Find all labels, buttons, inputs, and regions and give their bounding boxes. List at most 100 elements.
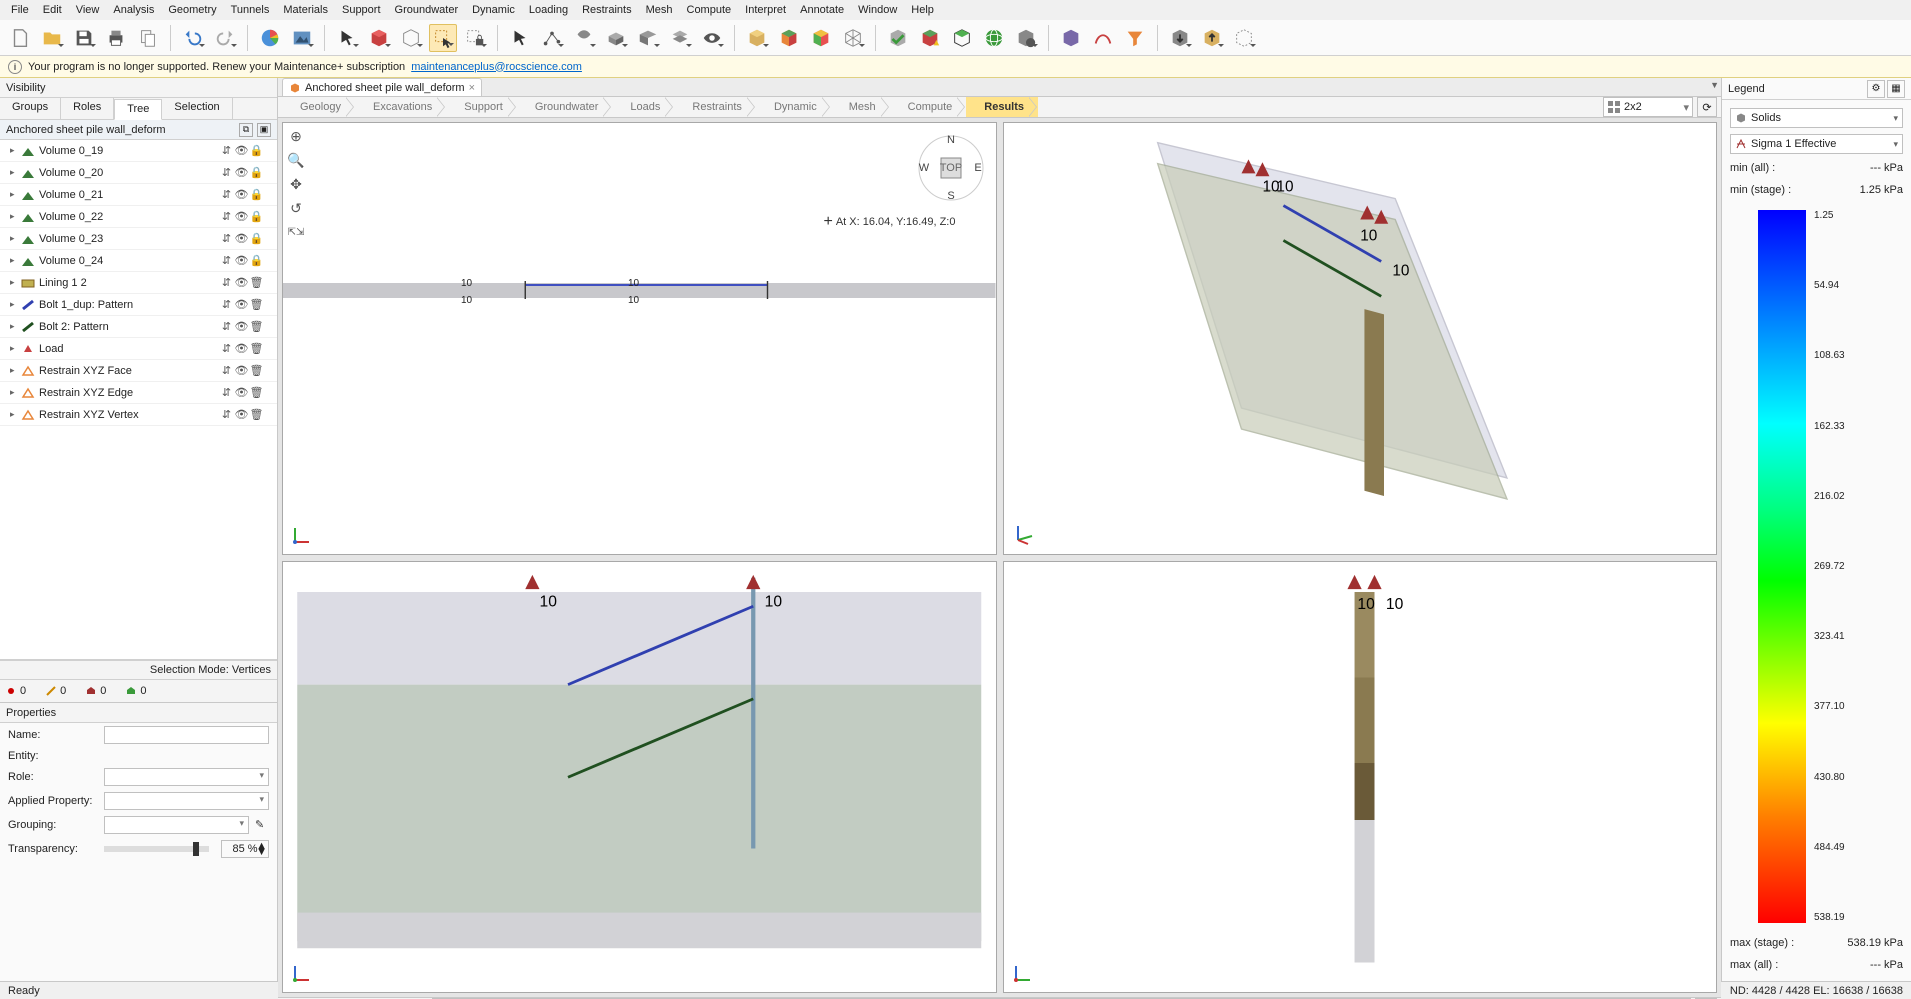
viewport-3d[interactable]: 1010 10 10 [1003, 122, 1718, 555]
tree-item[interactable]: ▸Lining 1 2⇵👁🗑 [0, 272, 277, 294]
globe-icon[interactable] [980, 24, 1008, 52]
eye-icon[interactable] [698, 24, 726, 52]
trash-icon[interactable]: 🗑 [250, 364, 263, 377]
eye-icon[interactable]: 👁 [235, 254, 248, 267]
crumb-groundwater[interactable]: Groundwater [517, 97, 613, 117]
copy-icon[interactable] [134, 24, 162, 52]
menu-restraints[interactable]: Restraints [575, 2, 639, 18]
updown-icon[interactable]: ⇵ [220, 408, 233, 421]
tree-item[interactable]: ▸Volume 0_20⇵👁🔒 [0, 162, 277, 184]
compass-widget[interactable]: TOP N S E W [916, 133, 986, 203]
lock-icon[interactable]: 🔒 [250, 254, 263, 267]
menu-geometry[interactable]: Geometry [161, 2, 223, 18]
fit-icon[interactable]: ⇱⇲ [287, 223, 305, 241]
cube-grid-icon[interactable] [948, 24, 976, 52]
menu-window[interactable]: Window [851, 2, 904, 18]
edit-grouping-icon[interactable]: ✎ [255, 818, 269, 832]
eye-icon[interactable]: 👁 [235, 210, 248, 223]
crumb-support[interactable]: Support [446, 97, 517, 117]
grouping-combo[interactable] [104, 816, 249, 834]
cube-warning-icon[interactable] [916, 24, 944, 52]
surface-icon[interactable] [634, 24, 662, 52]
pan-icon[interactable]: ✥ [287, 175, 305, 193]
lock-icon[interactable]: 🔒 [250, 210, 263, 223]
updown-icon[interactable]: ⇵ [220, 364, 233, 377]
transparency-value[interactable]: 85 %▲▼ [221, 840, 269, 858]
menu-analysis[interactable]: Analysis [106, 2, 161, 18]
lock-select-icon[interactable] [461, 24, 489, 52]
export-cube-icon[interactable] [1166, 24, 1194, 52]
eye-icon[interactable]: 👁 [235, 408, 248, 421]
redo-icon[interactable] [211, 24, 239, 52]
sigma-combo[interactable]: Sigma 1 Effective [1730, 134, 1903, 154]
applied-combo[interactable] [104, 792, 269, 810]
tree-item[interactable]: ▸Volume 0_23⇵👁🔒 [0, 228, 277, 250]
menu-tunnels[interactable]: Tunnels [224, 2, 277, 18]
menu-loading[interactable]: Loading [522, 2, 575, 18]
role-combo[interactable] [104, 768, 269, 786]
menu-support[interactable]: Support [335, 2, 388, 18]
trash-icon[interactable]: 🗑 [250, 408, 263, 421]
eye-icon[interactable]: 👁 [235, 188, 248, 201]
cube-orange-icon[interactable] [775, 24, 803, 52]
menu-interpret[interactable]: Interpret [738, 2, 793, 18]
tree-item[interactable]: ▸Load⇵👁🗑 [0, 338, 277, 360]
undo-icon[interactable] [179, 24, 207, 52]
crumb-geology[interactable]: Geology [282, 97, 355, 117]
extrude-icon[interactable] [602, 24, 630, 52]
save-icon[interactable] [70, 24, 98, 52]
box-icon[interactable] [743, 24, 771, 52]
trash-icon[interactable]: 🗑 [250, 320, 263, 333]
select-arrow-icon[interactable] [333, 24, 361, 52]
viewport-front[interactable]: 10 10 [282, 561, 997, 994]
updown-icon[interactable]: ⇵ [220, 276, 233, 289]
distribution-icon[interactable] [1089, 24, 1117, 52]
tree-item[interactable]: ▸Volume 0_22⇵👁🔒 [0, 206, 277, 228]
layout-combo[interactable]: 2x2 ▾ [1603, 97, 1693, 117]
collapse-icon[interactable]: ▣ [257, 123, 271, 137]
filter-icon[interactable] [1121, 24, 1149, 52]
updown-icon[interactable]: ⇵ [220, 166, 233, 179]
tree-item[interactable]: ▸Bolt 1_dup: Pattern⇵👁🗑 [0, 294, 277, 316]
legend-toggle-icon[interactable]: ▦ [1887, 80, 1905, 98]
select-box-icon[interactable] [429, 24, 457, 52]
cube-check-icon[interactable] [884, 24, 912, 52]
eye-icon[interactable]: 👁 [235, 232, 248, 245]
lock-icon[interactable]: 🔒 [250, 232, 263, 245]
visibility-tab-groups[interactable]: Groups [0, 98, 61, 119]
crumb-dynamic[interactable]: Dynamic [756, 97, 831, 117]
updown-icon[interactable]: ⇵ [220, 320, 233, 333]
polyline-icon[interactable] [538, 24, 566, 52]
tree-item[interactable]: ▸Volume 0_24⇵👁🔒 [0, 250, 277, 272]
tree-item[interactable]: ▸Volume 0_21⇵👁🔒 [0, 184, 277, 206]
trash-icon[interactable]: 🗑 [250, 342, 263, 355]
cube-wire-icon[interactable] [397, 24, 425, 52]
menu-dynamic[interactable]: Dynamic [465, 2, 522, 18]
updown-icon[interactable]: ⇵ [220, 342, 233, 355]
tree-item[interactable]: ▸Volume 0_19⇵👁🔒 [0, 140, 277, 162]
lock-icon[interactable]: 🔒 [250, 188, 263, 201]
menu-compute[interactable]: Compute [680, 2, 739, 18]
crumb-results[interactable]: Results [966, 97, 1038, 117]
eye-icon[interactable]: 👁 [235, 342, 248, 355]
visibility-tab-roles[interactable]: Roles [61, 98, 114, 119]
zoom-in-icon[interactable]: ⊕ [287, 127, 305, 145]
menu-edit[interactable]: Edit [36, 2, 69, 18]
menu-groundwater[interactable]: Groundwater [388, 2, 466, 18]
lock-icon[interactable]: 🔒 [250, 166, 263, 179]
trash-icon[interactable]: 🗑 [250, 386, 263, 399]
updown-icon[interactable]: ⇵ [220, 298, 233, 311]
updown-icon[interactable]: ⇵ [220, 386, 233, 399]
menu-materials[interactable]: Materials [276, 2, 335, 18]
piechart-icon[interactable] [256, 24, 284, 52]
trash-icon[interactable]: 🗑 [250, 276, 263, 289]
eye-icon[interactable]: 👁 [235, 320, 248, 333]
print-icon[interactable] [102, 24, 130, 52]
panel-menu-icon[interactable]: ▼ [1710, 80, 1719, 90]
open-file-icon[interactable] [38, 24, 66, 52]
crumb-compute[interactable]: Compute [890, 97, 967, 117]
cube-red-icon[interactable] [365, 24, 393, 52]
cube-mesh-icon[interactable] [839, 24, 867, 52]
updown-icon[interactable]: ⇵ [220, 254, 233, 267]
tree-item[interactable]: ▸Restrain XYZ Face⇵👁🗑 [0, 360, 277, 382]
